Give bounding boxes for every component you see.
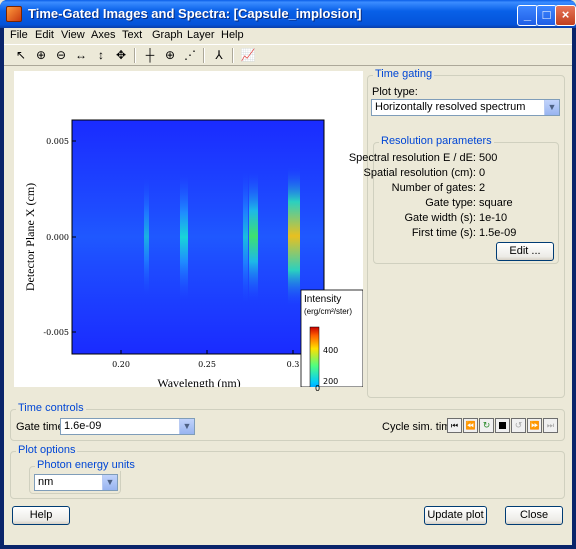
line-plot-icon[interactable]: 📈 — [239, 47, 257, 64]
step-forward-icon: ⏩ — [527, 418, 542, 433]
pointer-icon[interactable]: ↖ — [12, 47, 30, 64]
colorbar-tick-label: 200 — [323, 377, 338, 386]
menu-bar: File Edit View Axes Text Graph Layer Hel… — [4, 28, 572, 44]
gate-time-value: 1.6e-09 — [64, 420, 102, 432]
x-tick-label: 0.20 — [112, 360, 130, 369]
x-tick-label: 0.3 — [287, 360, 300, 369]
plot-type-label: Plot type: — [372, 86, 418, 98]
app-icon — [6, 6, 22, 22]
spectral-resolution-value: 500 — [479, 152, 498, 164]
menu-graph[interactable]: Graph — [152, 29, 183, 41]
pan-all-icon[interactable]: ✥ — [112, 47, 130, 64]
minimize-button[interactable]: _ — [517, 5, 538, 26]
chevron-down-icon[interactable]: ▼ — [544, 100, 559, 115]
zoom-in-icon[interactable]: ⊕ — [32, 47, 50, 64]
number-of-gates-value: 2 — [479, 182, 486, 194]
time-gating-title: Time gating — [373, 68, 435, 80]
app-window: Time-Gated Images and Spectra: [Capsule_… — [0, 0, 576, 549]
axes-icon[interactable]: ⅄ — [210, 47, 228, 64]
gate-type-label: Gate type: — [425, 197, 476, 209]
spectral-resolution-label: Spectral resolution E / dE: — [348, 152, 476, 164]
stop-icon[interactable] — [495, 418, 510, 433]
spectral-line-5 — [288, 167, 300, 305]
client-area: File Edit View Axes Text Graph Layer Hel… — [4, 28, 572, 545]
colorbar-units: (erg/cm²/ster) — [304, 307, 352, 316]
help-button[interactable]: Help — [12, 506, 70, 525]
step-back-icon[interactable]: ⏪ — [463, 418, 478, 433]
menu-layer[interactable]: Layer — [187, 29, 215, 41]
photon-energy-units-select[interactable]: nm ▼ — [34, 474, 118, 491]
toolbar: ↖ ⊕ ⊖ ↔ ↕ ✥ ┼ ⊕ ⋰ ⅄ 📈 — [4, 44, 572, 66]
toolbar-separator — [134, 48, 136, 63]
plot-type-select[interactable]: Horizontally resolved spectrum ▼ — [371, 99, 560, 116]
close-window-button[interactable]: × — [555, 5, 576, 26]
first-time-value: 1.5e-09 — [479, 227, 517, 239]
menu-text[interactable]: Text — [122, 29, 142, 41]
title-bar[interactable]: Time-Gated Images and Spectra: [Capsule_… — [0, 0, 576, 28]
loop-icon[interactable]: ↻ — [479, 418, 494, 433]
time-controls-title: Time controls — [16, 402, 86, 414]
y-axis-label: Detector Plane X (cm) — [23, 183, 37, 291]
window-title: Time-Gated Images and Spectra: [Capsule_… — [28, 6, 362, 21]
data-cursor-icon[interactable]: ⊕ — [161, 47, 179, 64]
spectral-line-3 — [243, 172, 248, 302]
menu-edit[interactable]: Edit — [35, 29, 54, 41]
gate-time-select[interactable]: 1.6e-09 ▼ — [60, 418, 195, 435]
x-axis-label: Wavelength (nm) — [157, 376, 240, 387]
gate-type-value: square — [479, 197, 513, 209]
skip-to-start-icon[interactable]: ⏮ — [447, 418, 462, 433]
spatial-resolution-value: 0 — [479, 167, 486, 179]
colorbar-gradient — [309, 326, 320, 387]
resolution-parameters-title: Resolution parameters — [379, 135, 494, 147]
first-time-label: First time (s): — [411, 227, 476, 239]
gate-width-label: Gate width (s): — [404, 212, 476, 224]
chevron-down-icon[interactable]: ▼ — [179, 419, 194, 434]
menu-file[interactable]: File — [10, 29, 28, 41]
photon-energy-units-value: nm — [38, 476, 54, 488]
colorbar-tick-label: 0 — [315, 384, 321, 393]
y-tick-label: 0.000 — [46, 233, 69, 242]
colorbar-tick-label: 400 — [323, 346, 338, 355]
menu-help[interactable]: Help — [221, 29, 244, 41]
data-points-icon[interactable]: ⋰ — [181, 47, 199, 64]
x-tick-label: 0.25 — [198, 360, 216, 369]
menu-axes[interactable]: Axes — [91, 29, 115, 41]
number-of-gates-label: Number of gates: — [391, 182, 476, 194]
spectrum-heatmap — [72, 120, 324, 354]
chevron-down-icon[interactable]: ▼ — [102, 475, 117, 490]
spectral-line-1 — [144, 178, 149, 295]
photon-energy-units-title: Photon energy units — [35, 459, 137, 471]
plot-options-title: Plot options — [16, 444, 78, 456]
pan-horizontal-icon[interactable]: ↔ — [72, 47, 90, 64]
update-plot-button[interactable]: Update plot — [424, 506, 487, 525]
maximize-button[interactable]: □ — [536, 5, 557, 26]
spatial-resolution-label: Spatial resolution (cm): — [363, 167, 477, 179]
skip-to-end-icon: ⏭ — [543, 418, 558, 433]
spectral-line-4 — [249, 172, 258, 300]
plot-canvas[interactable]: 0.005 0.000 -0.005 0.20 0.25 0.3 Wavelen… — [14, 71, 363, 387]
y-tick-label: 0.005 — [46, 137, 69, 146]
playback-controls: ⏮ ⏪ ↻ ↺ ⏩ ⏭ — [447, 418, 558, 434]
spectral-line-2 — [180, 175, 188, 299]
reverse-loop-icon: ↺ — [511, 418, 526, 433]
close-button[interactable]: Close — [505, 506, 563, 525]
gate-width-value: 1e-10 — [479, 212, 508, 224]
zoom-out-icon[interactable]: ⊖ — [52, 47, 70, 64]
plot-type-value: Horizontally resolved spectrum — [375, 101, 526, 113]
toolbar-separator — [203, 48, 205, 63]
edit-button[interactable]: Edit ... — [496, 242, 554, 261]
crosshair-icon[interactable]: ┼ — [141, 47, 159, 64]
y-tick-label: -0.005 — [43, 328, 69, 337]
pan-vertical-icon[interactable]: ↕ — [92, 47, 110, 64]
colorbar-title: Intensity — [304, 294, 341, 305]
menu-view[interactable]: View — [61, 29, 85, 41]
toolbar-separator — [232, 48, 234, 63]
